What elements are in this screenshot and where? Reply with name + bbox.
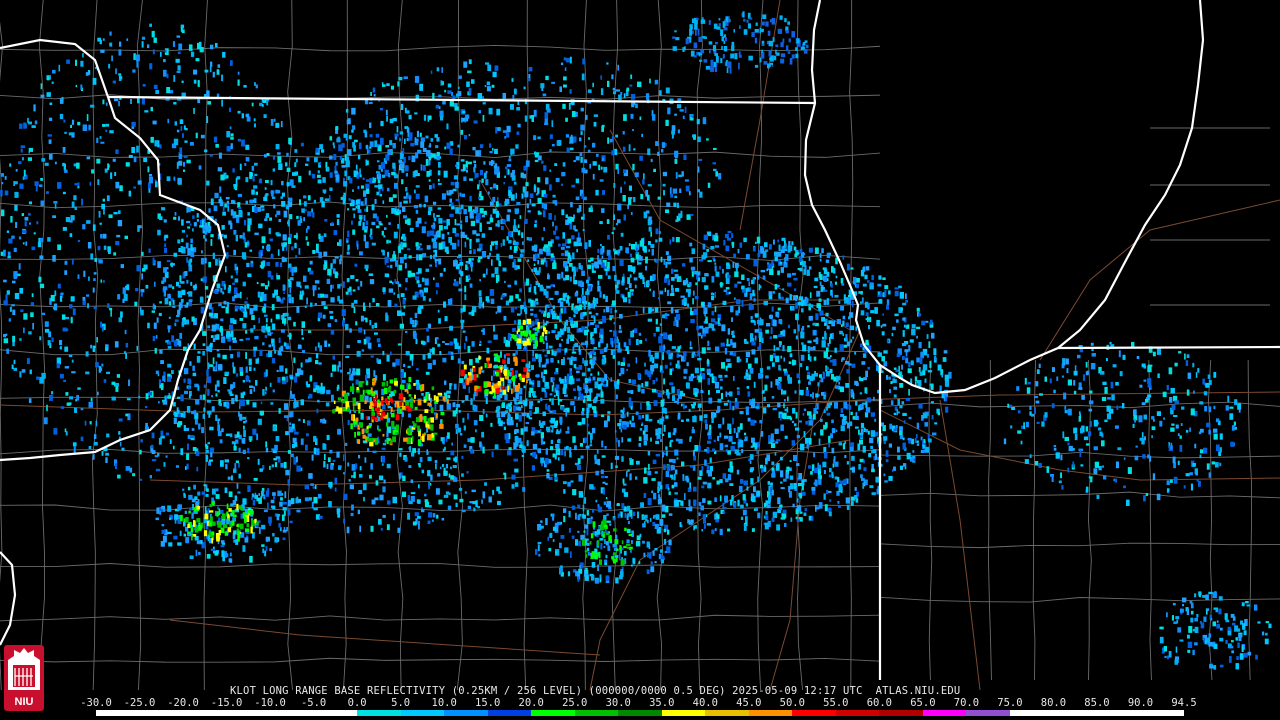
scale-tick-label: 55.0	[823, 697, 849, 709]
scale-color-segment	[313, 710, 358, 716]
scale-tick-label: 20.0	[518, 697, 544, 709]
scale-color-segment	[444, 710, 488, 716]
reflectivity-color-scale	[96, 710, 1184, 716]
scale-tick-label: 30.0	[605, 697, 631, 709]
scale-tick-label: 80.0	[1040, 697, 1067, 709]
scale-color-segment	[792, 710, 836, 716]
scale-color-segment	[270, 710, 314, 716]
scale-color-segment	[1053, 710, 1097, 716]
scale-tick-label: 45.0	[736, 697, 762, 709]
radar-map: NIU	[0, 0, 1280, 720]
scale-color-segment	[357, 710, 401, 716]
scale-tick-label: -30.0	[80, 697, 112, 709]
scale-tick-label: 85.0	[1084, 697, 1110, 709]
scale-color-segment	[139, 710, 184, 716]
scale-color-segment	[879, 710, 923, 716]
scale-tick-label: 15.0	[475, 697, 501, 709]
scale-color-segment	[966, 710, 1010, 716]
scale-tick-label: 50.0	[779, 697, 805, 709]
scale-tick-label: 60.0	[866, 697, 893, 709]
scale-color-segment	[1140, 710, 1184, 716]
scale-tick-labels: -30.0 -25.0 -20.0 -15.0 -10.0 -5.0 0.0 5.0 10.0 1…	[80, 697, 1197, 709]
scale-color-segment	[400, 710, 445, 716]
scale-tick-label: -20.0	[167, 697, 199, 709]
scale-tick-label: 0.0	[347, 697, 367, 709]
scale-tick-label: 75.0	[997, 697, 1023, 709]
scale-tick-label: -25.0	[123, 697, 156, 709]
scale-color-segment	[661, 710, 706, 716]
scale-tick-label: -15.0	[210, 697, 243, 709]
scale-tick-label: -10.0	[254, 697, 286, 709]
scale-color-segment	[96, 710, 140, 716]
scale-tick-label: 94.5	[1171, 697, 1197, 709]
scale-color-segment	[835, 710, 880, 716]
scale-tick-label: 10.0	[431, 697, 457, 709]
scale-color-segment	[618, 710, 662, 716]
scale-color-segment	[748, 710, 793, 716]
scale-color-segment	[705, 710, 749, 716]
scale-color-segment	[574, 710, 619, 716]
scale-tick-label: 70.0	[953, 697, 980, 709]
scale-tick-label: 35.0	[649, 697, 675, 709]
scale-tick-label: 40.0	[692, 697, 718, 709]
scale-tick-label: 25.0	[562, 697, 588, 709]
scale-color-segment	[226, 710, 271, 716]
scale-color-segment	[922, 710, 967, 716]
scale-color-segment	[487, 710, 532, 716]
niu-logo: NIU	[4, 645, 44, 711]
scale-tick-label: 5.0	[391, 697, 411, 709]
scale-tick-label: 65.0	[910, 697, 936, 709]
scale-color-segment	[1009, 710, 1054, 716]
scale-tick-label: 90.0	[1127, 697, 1154, 709]
scale-color-segment	[1096, 710, 1141, 716]
scale-color-segment	[531, 710, 575, 716]
scale-tick-label: -5.0	[300, 697, 327, 709]
product-caption: KLOT LONG RANGE BASE REFLECTIVITY (0.25K…	[230, 685, 961, 697]
scale-color-segment	[183, 710, 227, 716]
